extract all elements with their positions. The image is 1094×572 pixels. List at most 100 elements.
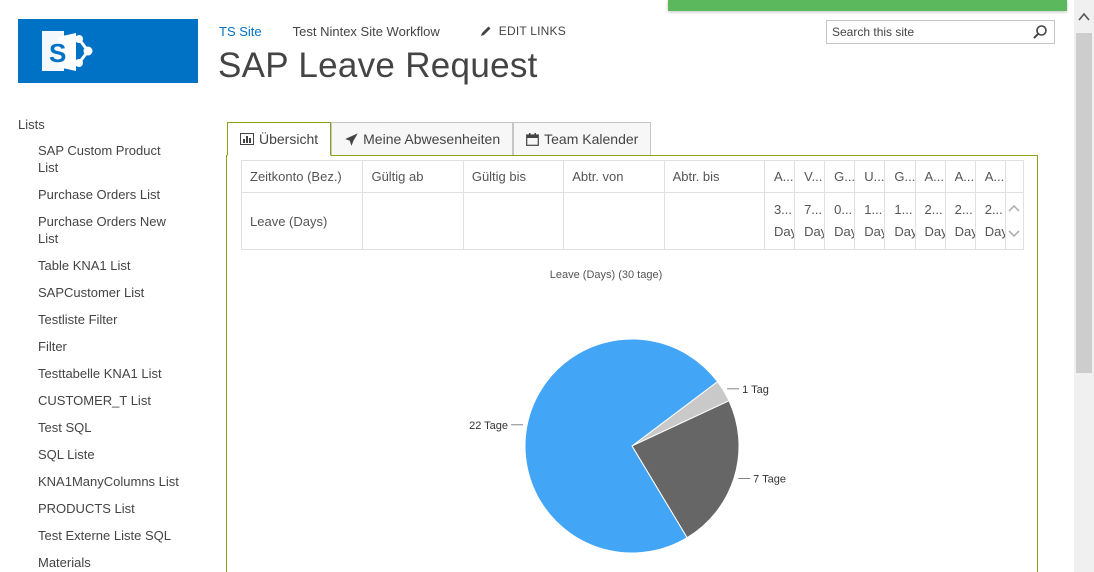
column-header[interactable]: G... <box>824 160 856 193</box>
nav-item[interactable]: SAP Custom Product List <box>38 142 168 176</box>
nav-item[interactable]: Purchase Orders New List <box>38 213 168 247</box>
table-cell: 7... Day <box>794 192 826 250</box>
column-header[interactable]: Abtr. von <box>563 160 665 193</box>
tab-label: Übersicht <box>259 131 319 147</box>
overview-panel: Zeitkonto (Bez.) Gültig ab Gültig bis Ab… <box>226 155 1038 572</box>
cell-unit: Day <box>834 224 854 239</box>
cell-value: 2... <box>954 202 973 217</box>
nav-item[interactable]: CUSTOMER_T List <box>38 392 198 409</box>
nav-item[interactable]: KNA1ManyColumns List <box>38 473 198 490</box>
leave-pie-chart: Leave (Days) (30 tage) 22 Tage 1 Tag 7 Tag… <box>469 269 786 554</box>
table-row[interactable]: Leave (Days) 3... Day 7... Day 0... Day 1..… <box>240 192 1025 250</box>
column-header[interactable]: A... <box>974 160 1006 193</box>
edit-links-button[interactable]: EDIT LINKS <box>480 24 566 38</box>
search-input[interactable]: Search this site <box>832 25 914 39</box>
time-account-table: Zeitkonto (Bez.) Gültig ab Gültig bis Ab… <box>240 160 1025 250</box>
cell-value: 2... <box>924 202 943 217</box>
cell-unit: Day <box>954 224 975 239</box>
lists-heading[interactable]: Lists <box>18 117 198 132</box>
cell-value: 1... <box>894 202 913 217</box>
header-spacer <box>1005 160 1025 193</box>
tab-label: Meine Abwesenheiten <box>363 131 501 147</box>
nav-item[interactable]: Materials <box>38 554 198 571</box>
cell-name: Leave (Days) <box>240 192 364 250</box>
page-title: SAP Leave Request <box>218 46 538 85</box>
tab-uebersicht[interactable]: Übersicht <box>227 122 332 156</box>
cell-value: 1... <box>864 202 883 217</box>
nav-item[interactable]: Testtabelle KNA1 List <box>38 365 198 382</box>
cell-unit: Day <box>894 224 914 239</box>
nav-item[interactable]: PRODUCTS List <box>38 500 198 517</box>
quick-launch: Lists SAP Custom Product List Purchase O… <box>18 117 198 572</box>
nav-item[interactable]: Table KNA1 List <box>38 257 198 274</box>
cell-abtr-von <box>563 192 665 250</box>
column-header[interactable]: A... <box>944 160 976 193</box>
table-cell: 3... Day <box>763 192 796 250</box>
nav-item[interactable]: Testliste Filter <box>38 311 198 328</box>
cell-unit: Day <box>864 224 884 239</box>
tab-bar: Übersicht Meine Abwesenheiten Team Kalen… <box>227 122 652 156</box>
tab-label: Team Kalender <box>544 131 639 147</box>
table-scroll-arrows[interactable] <box>1006 199 1022 243</box>
edit-links-label: EDIT LINKS <box>498 24 566 38</box>
cell-gueltig-bis <box>462 192 565 250</box>
column-header[interactable]: Abtr. bis <box>663 160 765 193</box>
slice-label: 1 Tag <box>742 384 769 396</box>
table-cell: 2... Day <box>974 192 1006 250</box>
column-header[interactable]: V... <box>794 160 826 193</box>
cell-abtr-bis <box>663 192 765 250</box>
column-header[interactable]: A... <box>914 160 946 193</box>
search-box[interactable]: Search this site <box>826 20 1055 44</box>
page-scrollbar[interactable] <box>1074 0 1094 572</box>
cell-value: 3... <box>773 202 793 217</box>
slice-label: 7 Tage <box>753 473 786 485</box>
sharepoint-logo-icon: S <box>42 31 93 71</box>
cell-value: 7... <box>804 202 823 217</box>
svg-text:S: S <box>49 38 66 68</box>
cell-value: 2... <box>984 202 1003 217</box>
search-icon[interactable] <box>1032 24 1048 40</box>
slice-label: 22 Tage <box>469 420 508 432</box>
calendar-icon <box>526 132 540 146</box>
column-header[interactable]: U... <box>854 160 886 193</box>
cell-gueltig-ab <box>362 192 464 250</box>
cell-value: 0... <box>834 202 853 217</box>
scroll-down-icon <box>1008 230 1020 238</box>
scrollbar-thumb[interactable] <box>1076 33 1092 373</box>
scroll-up-icon[interactable] <box>1078 12 1090 22</box>
notification-bar <box>668 0 1067 11</box>
table-cell: 0... Day <box>824 192 856 250</box>
column-header[interactable]: Gültig ab <box>362 160 464 193</box>
site-link[interactable]: TS Site <box>219 24 262 39</box>
bar-chart-icon <box>240 133 254 145</box>
pencil-icon <box>480 26 491 36</box>
plane-icon <box>345 132 358 146</box>
cell-unit: Day <box>804 224 824 239</box>
table-cell: 1... Day <box>854 192 886 250</box>
workflow-link[interactable]: Test Nintex Site Workflow <box>293 24 440 39</box>
table-cell: 1... Day <box>884 192 916 250</box>
column-header[interactable]: G... <box>884 160 916 193</box>
cell-unit: Day <box>984 224 1005 239</box>
cell-unit: Day <box>924 224 945 239</box>
sharepoint-logo[interactable]: S <box>18 19 198 83</box>
column-header[interactable]: Zeitkonto (Bez.) <box>240 160 364 193</box>
column-header[interactable]: A... <box>763 160 796 193</box>
nav-item[interactable]: Test SQL <box>38 419 198 436</box>
tab-team-kalender[interactable]: Team Kalender <box>513 122 652 155</box>
table-cell: 2... Day <box>914 192 946 250</box>
table-header-row: Zeitkonto (Bez.) Gültig ab Gültig bis Ab… <box>240 160 1025 193</box>
nav-item[interactable]: SQL Liste <box>38 446 198 463</box>
nav-item[interactable]: SAPCustomer List <box>38 284 198 301</box>
tab-meine-abwesenheiten[interactable]: Meine Abwesenheiten <box>331 122 514 155</box>
scroll-up-icon <box>1008 204 1020 212</box>
top-nav: TS Site Test Nintex Site Workflow EDIT L… <box>219 23 566 39</box>
nav-item[interactable]: Filter <box>38 338 198 355</box>
column-header[interactable]: Gültig bis <box>462 160 565 193</box>
table-scroller[interactable] <box>1005 192 1025 250</box>
cell-unit: Day <box>773 224 794 239</box>
nav-item[interactable]: Purchase Orders List <box>38 186 198 203</box>
chart-title: Leave (Days) (30 tage) <box>550 269 663 281</box>
table-cell: 2... Day <box>944 192 976 250</box>
nav-item[interactable]: Test Externe Liste SQL <box>38 527 198 544</box>
